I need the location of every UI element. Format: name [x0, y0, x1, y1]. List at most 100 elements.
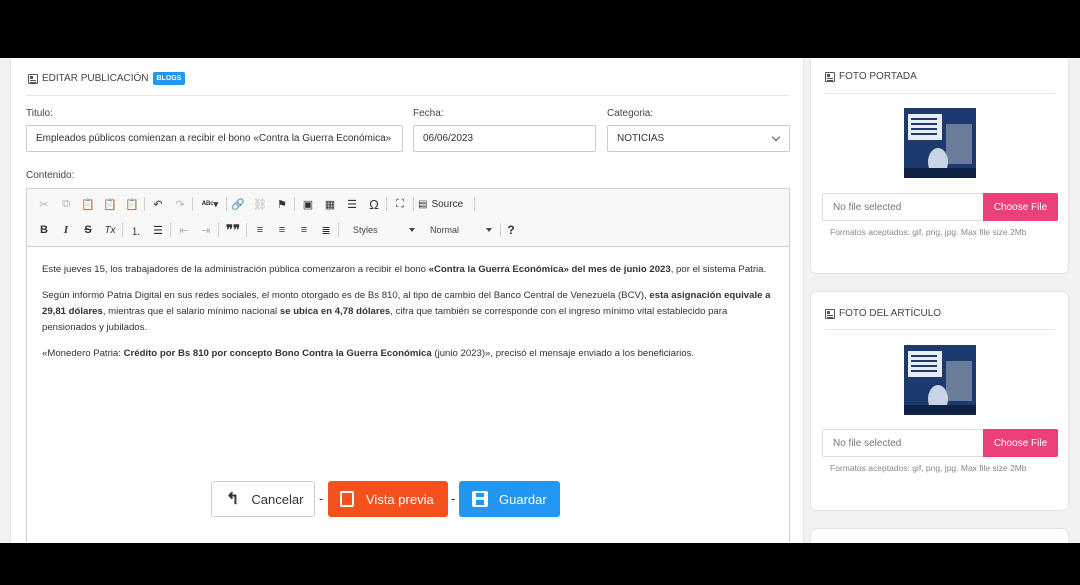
cut-icon[interactable]: ✂ — [36, 194, 52, 214]
save-label: Guardar — [499, 491, 547, 507]
table-icon[interactable]: ▦ — [322, 194, 338, 214]
cover-choose-file-button[interactable]: Choose File — [983, 193, 1058, 221]
category-value: NOTICIAS — [617, 133, 665, 144]
header-divider — [825, 93, 1055, 94]
paste-icon[interactable]: 📋 — [80, 194, 96, 214]
maximize-icon[interactable]: ⛶ — [392, 194, 408, 214]
sidebar-card — [810, 528, 1069, 543]
toolbar-separator — [474, 197, 475, 211]
indent-icon[interactable]: ⇥ — [198, 220, 214, 240]
toolbar-separator — [170, 223, 171, 237]
button-separator: - — [451, 491, 456, 506]
document-icon — [340, 491, 354, 507]
page-viewport: EDITAR PUBLICACIÓN BLOGS Titulo: Emplead… — [0, 58, 1080, 543]
title-input[interactable]: Empleados públicos comienzan a recibir e… — [26, 125, 403, 152]
content-paragraph: Según informó Patria Digital en sus rede… — [42, 290, 771, 333]
bottom-letterbox — [0, 543, 1080, 585]
source-label: Source — [431, 198, 464, 210]
caret-down-icon — [409, 228, 415, 232]
styles-dropdown[interactable]: Styles — [347, 221, 419, 239]
quote-icon: ❞❞ — [226, 222, 240, 237]
article-file-hint: Formatos aceptados: gif, png, jpg. Max f… — [830, 463, 1027, 473]
image-icon — [825, 308, 835, 319]
paste-word-icon[interactable]: 📋 — [124, 194, 140, 214]
cover-photo-header: FOTO PORTADA — [825, 71, 917, 82]
edit-post-card: EDITAR PUBLICACIÓN BLOGS Titulo: Emplead… — [10, 58, 804, 543]
cover-photo-card: FOTO PORTADA No file selected Choose Fil… — [810, 58, 1069, 274]
remove-format-button[interactable]: Tx — [102, 220, 118, 240]
preview-button[interactable]: Vista previa — [328, 481, 448, 517]
date-input[interactable]: 06/06/2023 — [413, 125, 596, 152]
source-icon: ▤ — [418, 198, 428, 210]
bulleted-list-icon[interactable]: ☰ — [150, 220, 166, 240]
cover-file-input[interactable]: No file selected — [822, 193, 984, 221]
toolbar-separator — [246, 223, 247, 237]
article-file-input[interactable]: No file selected — [822, 429, 984, 457]
save-button[interactable]: Guardar — [459, 481, 560, 517]
category-select[interactable]: NOTICIAS — [607, 125, 790, 152]
image-icon[interactable]: ▣ — [300, 194, 316, 214]
toolbar-separator — [218, 223, 219, 237]
blogs-badge: BLOGS — [152, 72, 186, 85]
caret-down-icon — [486, 228, 492, 232]
toolbar-separator — [386, 197, 387, 211]
editor-toolbar: ✂ ⧉ 📋 📋 📋 ↶ ↷ ᴬᴮᶜ▾ 🔗 ⛓ ⚑ ▣ ▦ ☰ Ω ⛶ ▤ Sou… — [27, 189, 789, 247]
date-label: Fecha: — [413, 108, 444, 119]
preview-label: Vista previa — [366, 491, 434, 507]
article-photo-card: FOTO DEL ARTÍCULO No file selected Choos… — [810, 291, 1069, 511]
bold-button[interactable]: B — [36, 220, 52, 240]
italic-button[interactable]: I — [58, 220, 74, 240]
header-divider — [825, 329, 1055, 330]
horizontal-line-icon[interactable]: ☰ — [344, 194, 360, 214]
strikethrough-button[interactable]: S — [80, 220, 96, 240]
format-label: Normal — [430, 225, 460, 235]
image-icon — [825, 71, 835, 82]
article-photo-thumbnail — [904, 345, 976, 415]
back-arrow-icon: ↰ — [226, 491, 240, 508]
outdent-icon[interactable]: ⇤ — [176, 220, 192, 240]
top-letterbox — [0, 0, 1080, 58]
align-justify-icon[interactable]: ≣ — [318, 220, 334, 240]
numbered-list-icon[interactable]: ⒈ — [128, 220, 144, 240]
paste-text-icon[interactable]: 📋 — [102, 194, 118, 214]
newspaper-icon — [28, 73, 38, 84]
button-separator: - — [319, 491, 324, 506]
toolbar-separator — [294, 197, 295, 211]
help-button[interactable]: ? — [503, 220, 519, 240]
anchor-icon[interactable]: ⚑ — [274, 194, 290, 214]
content-paragraph: «Monedero Patria: Crédito por Bs 810 por… — [42, 348, 695, 359]
article-photo-title: FOTO DEL ARTÍCULO — [839, 308, 942, 319]
cover-photo-thumbnail — [904, 108, 976, 178]
floppy-disk-icon — [472, 491, 488, 507]
toolbar-separator — [338, 223, 339, 237]
format-dropdown[interactable]: Normal — [424, 221, 496, 239]
align-left-icon[interactable]: ≡ — [252, 220, 268, 240]
cancel-label: Cancelar — [251, 491, 304, 507]
align-right-icon[interactable]: ≡ — [296, 220, 312, 240]
undo-icon[interactable]: ↶ — [150, 194, 166, 214]
cover-photo-title: FOTO PORTADA — [839, 71, 917, 82]
edit-post-header: EDITAR PUBLICACIÓN BLOGS — [28, 72, 186, 85]
toolbar-separator — [144, 197, 145, 211]
link-icon[interactable]: 🔗 — [230, 194, 246, 214]
title-label: Titulo: — [26, 108, 53, 119]
special-char-icon[interactable]: Ω — [366, 194, 382, 214]
chevron-down-icon — [771, 132, 781, 142]
source-button[interactable]: ▤ Source — [418, 194, 470, 214]
category-label: Categoria: — [607, 108, 654, 119]
article-choose-file-button[interactable]: Choose File — [983, 429, 1058, 457]
unlink-icon[interactable]: ⛓ — [252, 194, 268, 214]
content-paragraph: Este jueves 15, los trabajadores de la a… — [42, 264, 767, 275]
cancel-button[interactable]: ↰ Cancelar — [211, 481, 315, 517]
align-center-icon[interactable]: ≡ — [274, 220, 290, 240]
spellcheck-icon[interactable]: ᴬᴮᶜ▾ — [198, 194, 222, 214]
cover-file-hint: Formatos aceptados: gif, png, jpg. Max f… — [830, 227, 1027, 237]
toolbar-separator — [192, 197, 193, 211]
editor-content[interactable]: Este jueves 15, los trabajadores de la a… — [42, 262, 777, 372]
blockquote-button[interactable]: ❞❞ — [224, 220, 242, 240]
edit-post-title: EDITAR PUBLICACIÓN — [42, 73, 149, 84]
copy-icon[interactable]: ⧉ — [58, 194, 74, 214]
redo-icon[interactable]: ↷ — [172, 194, 188, 214]
content-label: Contenido: — [26, 170, 75, 181]
article-photo-header: FOTO DEL ARTÍCULO — [825, 308, 941, 319]
